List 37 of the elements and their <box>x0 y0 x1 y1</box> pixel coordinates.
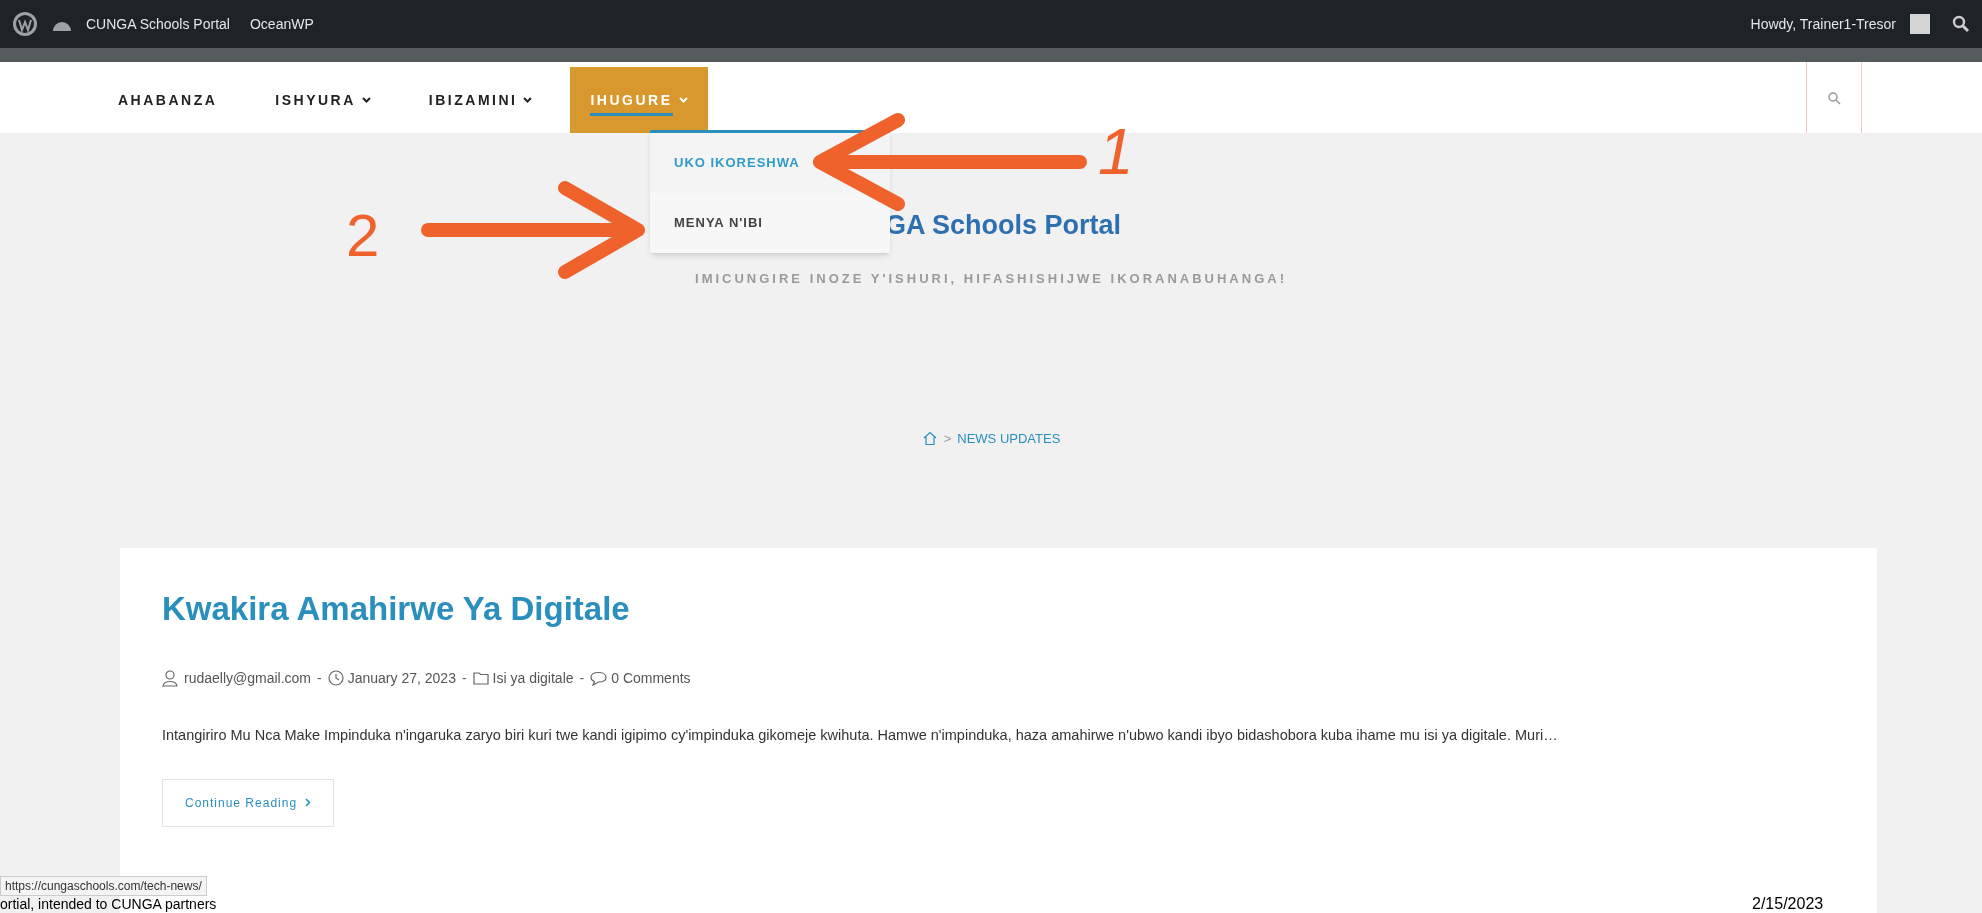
post-title[interactable]: Kwakira Amahirwe Ya Digitale <box>162 584 1835 634</box>
nav-item[interactable]: ISHYURA <box>255 67 391 133</box>
chevron-down-icon <box>523 97 533 103</box>
site-name-link[interactable]: CUNGA Schools Portal <box>86 13 230 35</box>
chevron-right-icon <box>305 798 312 807</box>
clock-icon <box>327 670 344 686</box>
meta-separator: - <box>316 668 323 688</box>
annotation-number: 1 <box>1098 120 1134 184</box>
nav-item[interactable]: AHABANZA <box>118 67 238 133</box>
slide-footer-date: 2/15/2023 <box>1752 895 1824 912</box>
post-comments[interactable]: 0 Comments <box>611 667 691 689</box>
chevron-down-icon <box>678 97 688 103</box>
comment-icon <box>590 670 608 686</box>
site-tagline: IMICUNGIRE INOZE Y'ISHURI, HIFASHISHIJWE IKORANABUHANGA! <box>695 270 1287 288</box>
search-toggle[interactable] <box>1806 62 1862 133</box>
user-icon <box>162 669 180 687</box>
home-icon[interactable] <box>921 430 938 446</box>
continue-reading-button[interactable]: Continue Reading <box>162 778 335 827</box>
theme-link[interactable]: OceanWP <box>249 13 314 35</box>
folder-icon <box>472 671 489 685</box>
breadcrumb-separator: > <box>943 429 952 448</box>
search-icon[interactable] <box>1952 15 1970 33</box>
slide-footer-text: ortial, intended to CUNGA partners <box>0 896 217 912</box>
greeting-link[interactable]: Howdy, Trainer1-Tresor <box>1750 13 1896 35</box>
post-author[interactable]: rudaelly@gmail.com <box>184 667 312 689</box>
annotation-number: 2 <box>346 206 380 266</box>
nav-item[interactable]: IBIZAMINI <box>408 67 553 133</box>
wordpress-logo-icon[interactable] <box>12 11 38 37</box>
status-url-tooltip: https://cungaschools.com/tech-news/ <box>0 876 207 896</box>
post-category[interactable]: Isi ya digitale <box>492 667 574 689</box>
dropdown-item[interactable]: MENYA N'IBI <box>650 193 890 253</box>
search-icon <box>1827 90 1841 105</box>
meta-separator: - <box>578 668 586 688</box>
post-excerpt: Intangiriro Mu Nca Make Impinduka n'ingaruka zaryo biri kuri twe kandi igipimo cy'impinduka gikomeje kwihuta. Hamwe n'impinduka, haza amahirwe n'ubwo kandi ibyo bidashobora kuba ihame mu isi ya digitale. Muri… <box>162 725 1559 745</box>
post-date: January 27, 2023 <box>347 668 456 688</box>
meta-separator: - <box>460 668 468 688</box>
chevron-down-icon <box>361 97 371 103</box>
